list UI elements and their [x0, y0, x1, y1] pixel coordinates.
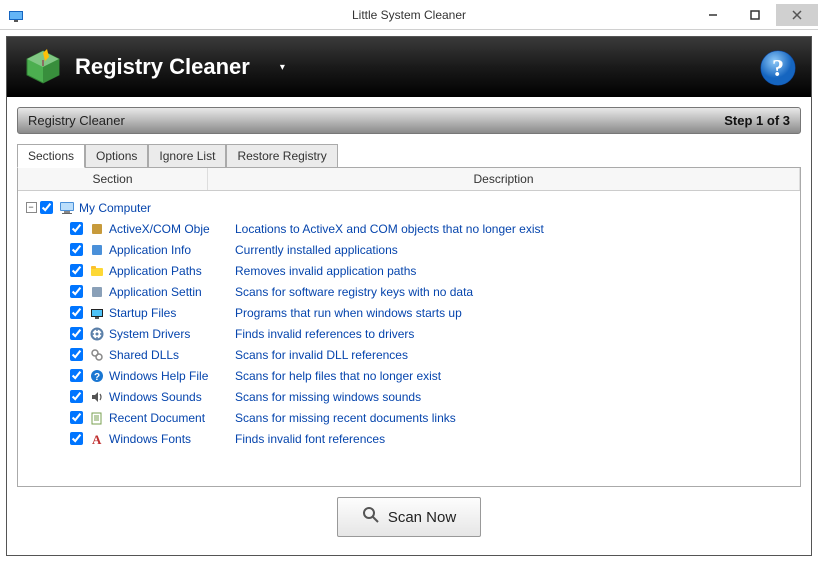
sounds-icon	[89, 389, 105, 405]
header-dropdown-icon[interactable]: ▾	[280, 62, 285, 73]
tree-item[interactable]: A Windows FontsFinds invalid font referen…	[22, 428, 796, 449]
section-label: Recent Document	[109, 411, 229, 425]
svg-text:?: ?	[94, 372, 100, 383]
section-description: Currently installed applications	[229, 243, 398, 257]
tree-item[interactable]: ? Windows Help FileScans for help files t…	[22, 365, 796, 386]
fonts-icon: A	[89, 431, 105, 447]
section-label: Windows Sounds	[109, 390, 229, 404]
drivers-icon	[89, 326, 105, 342]
step-bar-title: Registry Cleaner	[28, 113, 125, 128]
column-description[interactable]: Description	[208, 168, 800, 190]
svg-text:?: ?	[772, 56, 784, 82]
column-headers: Section Description	[18, 168, 800, 191]
section-description: Locations to ActiveX and COM objects tha…	[229, 222, 544, 236]
tree-root[interactable]: − My Computer	[22, 197, 796, 218]
svg-text:A: A	[92, 432, 102, 446]
titlebar: Little System Cleaner	[0, 0, 818, 30]
minimize-button[interactable]	[692, 4, 734, 26]
computer-icon	[59, 200, 75, 216]
maximize-button[interactable]	[734, 4, 776, 26]
section-label: System Drivers	[109, 327, 229, 341]
section-label: Shared DLLs	[109, 348, 229, 362]
section-description: Finds invalid references to drivers	[229, 327, 414, 341]
footer: Scan Now	[7, 487, 811, 555]
step-indicator: Step 1 of 3	[724, 113, 790, 128]
item-checkbox[interactable]	[70, 390, 83, 403]
help-icon: ?	[89, 368, 105, 384]
item-checkbox[interactable]	[70, 285, 83, 298]
scan-button-label: Scan Now	[388, 509, 456, 526]
window-title: Little System Cleaner	[352, 8, 466, 22]
section-description: Finds invalid font references	[229, 432, 385, 446]
item-checkbox[interactable]	[70, 411, 83, 424]
tab-ignore-list[interactable]: Ignore List	[148, 144, 226, 167]
item-checkbox[interactable]	[70, 264, 83, 277]
scan-now-button[interactable]: Scan Now	[337, 497, 481, 537]
tree-item[interactable]: ActiveX/COM ObjeLocations to ActiveX and…	[22, 218, 796, 239]
section-description: Removes invalid application paths	[229, 264, 416, 278]
section-description: Programs that run when windows starts up	[229, 306, 462, 320]
apppaths-icon	[89, 263, 105, 279]
app-logo-icon	[23, 47, 63, 87]
tree-item[interactable]: Windows SoundsScans for missing windows …	[22, 386, 796, 407]
tab-panel: Section Description − My Computer ActiveX/…	[17, 167, 801, 487]
tree-item[interactable]: Recent DocumentScans for missing recent …	[22, 407, 796, 428]
section-description: Scans for missing windows sounds	[229, 390, 421, 404]
help-button[interactable]: ?	[759, 49, 797, 90]
section-label: ActiveX/COM Obje	[109, 222, 229, 236]
startup-icon	[89, 305, 105, 321]
item-checkbox[interactable]	[70, 348, 83, 361]
section-description: Scans for software registry keys with no…	[229, 285, 473, 299]
section-description: Scans for missing recent documents links	[229, 411, 456, 425]
activex-icon	[89, 221, 105, 237]
appinfo-icon	[89, 242, 105, 258]
item-checkbox[interactable]	[70, 327, 83, 340]
item-checkbox[interactable]	[70, 432, 83, 445]
tab-sections[interactable]: Sections	[17, 144, 85, 168]
tree-item[interactable]: Application PathsRemoves invalid applica…	[22, 260, 796, 281]
root-checkbox[interactable]	[40, 201, 53, 214]
column-section[interactable]: Section	[18, 168, 208, 190]
dlls-icon	[89, 347, 105, 363]
close-button[interactable]	[776, 4, 818, 26]
section-label: Startup Files	[109, 306, 229, 320]
window-controls	[692, 4, 818, 26]
section-tree: − My Computer ActiveX/COM ObjeLocations to…	[18, 191, 800, 455]
section-label: Windows Help File	[109, 369, 229, 383]
item-checkbox[interactable]	[70, 306, 83, 319]
section-description: Scans for invalid DLL references	[229, 348, 408, 362]
section-label: Application Info	[109, 243, 229, 257]
tab-options[interactable]: Options	[85, 144, 148, 167]
item-checkbox[interactable]	[70, 243, 83, 256]
tree-item[interactable]: Application InfoCurrently installed appl…	[22, 239, 796, 260]
magnifier-icon	[362, 506, 380, 528]
root-label: My Computer	[79, 201, 151, 215]
section-label: Application Paths	[109, 264, 229, 278]
item-checkbox[interactable]	[70, 222, 83, 235]
recent-icon	[89, 410, 105, 426]
header-band: Registry Cleaner ▾ ?	[7, 37, 811, 97]
section-label: Windows Fonts	[109, 432, 229, 446]
section-description: Scans for help files that no longer exis…	[229, 369, 441, 383]
tabs: Sections Options Ignore List Restore Reg…	[17, 144, 801, 167]
tab-restore-registry[interactable]: Restore Registry	[226, 144, 337, 167]
collapse-icon[interactable]: −	[26, 202, 37, 213]
tree-item[interactable]: Shared DLLsScans for invalid DLL referen…	[22, 344, 796, 365]
item-checkbox[interactable]	[70, 369, 83, 382]
tree-item[interactable]: Startup FilesPrograms that run when wind…	[22, 302, 796, 323]
header-title: Registry Cleaner	[75, 54, 250, 80]
app-icon	[8, 7, 24, 23]
step-bar: Registry Cleaner Step 1 of 3	[17, 107, 801, 134]
section-label: Application Settin	[109, 285, 229, 299]
appsettings-icon	[89, 284, 105, 300]
tree-item[interactable]: System DriversFinds invalid references t…	[22, 323, 796, 344]
tree-item[interactable]: Application SettinScans for software reg…	[22, 281, 796, 302]
